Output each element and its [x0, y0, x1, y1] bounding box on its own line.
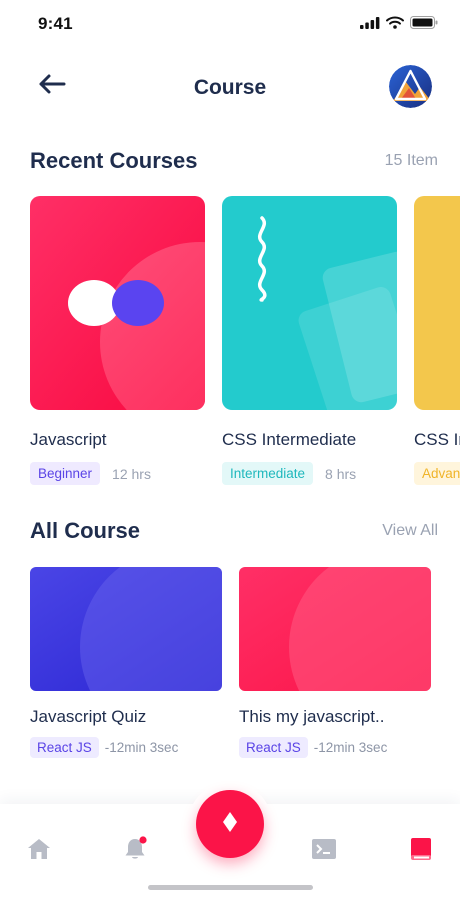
- level-badge: Advanced: [414, 462, 460, 485]
- nav-terminal[interactable]: [307, 834, 341, 868]
- status-bar: 9:41: [0, 0, 460, 50]
- recent-courses-title: Recent Courses: [30, 148, 198, 173]
- course-meta: Advanced: [414, 462, 460, 485]
- all-course-title: All Course: [30, 518, 141, 543]
- course-name: CSS Intermediate: [414, 430, 460, 449]
- course-name: Javascript: [30, 430, 107, 449]
- bell-icon: [122, 835, 148, 867]
- signal-icon: [360, 16, 380, 34]
- course-thumbnail: [239, 567, 431, 691]
- course-meta: Intermediate 8 hrs: [222, 462, 397, 485]
- nav-notifications[interactable]: [118, 834, 152, 868]
- nav-library[interactable]: [404, 834, 438, 868]
- course-thumbnail: [30, 567, 222, 691]
- diamond-icon: [222, 811, 238, 838]
- nav-home[interactable]: [22, 834, 56, 868]
- course-name: This my javascript..: [239, 707, 385, 726]
- course-duration: 8 hrs: [325, 465, 357, 482]
- course-card-css-partial[interactable]: CSS Intermediate Advanced: [414, 196, 460, 485]
- course-meta: Beginner 12 hrs: [30, 462, 205, 485]
- course-meta: React JS -12min 3sec: [30, 737, 222, 758]
- recent-courses-count: 15 Item: [384, 152, 438, 169]
- course-time: -12min 3sec: [313, 740, 388, 755]
- course-card-css-intermediate[interactable]: CSS Intermediate Intermediate 8 hrs: [222, 196, 397, 485]
- course-card-this-my-javascript[interactable]: This my javascript.. React JS -12min 3se…: [239, 567, 431, 758]
- home-indicator: [148, 885, 313, 890]
- all-course-header: All Course View All: [30, 516, 438, 546]
- terminal-icon: [311, 838, 337, 865]
- level-badge: Beginner: [30, 462, 101, 485]
- course-thumbnail: [222, 196, 397, 410]
- course-card-javascript-quiz[interactable]: Javascript Quiz React JS -12min 3sec: [30, 567, 222, 758]
- home-icon: [26, 837, 52, 866]
- course-duration: 12 hrs: [112, 465, 151, 482]
- status-icons: [360, 16, 438, 34]
- course-meta: React JS -12min 3sec: [239, 737, 431, 758]
- wifi-icon: [386, 16, 404, 34]
- course-name: Javascript Quiz: [30, 707, 147, 726]
- book-icon: [410, 837, 432, 866]
- recent-courses-header: Recent Courses 15 Item: [30, 146, 438, 176]
- status-time: 9:41: [38, 14, 73, 33]
- course-time: -12min 3sec: [104, 740, 179, 755]
- header: Course: [0, 60, 460, 116]
- course-name: CSS Intermediate: [222, 430, 357, 449]
- bottom-nav: [0, 782, 460, 900]
- course-thumbnail: [30, 196, 205, 410]
- course-card-javascript[interactable]: Javascript Beginner 12 hrs: [30, 196, 205, 485]
- level-badge: Intermediate: [222, 462, 314, 485]
- all-course-grid: Javascript Quiz React JS -12min 3sec Thi…: [30, 567, 440, 767]
- recent-courses-carousel[interactable]: Javascript Beginner 12 hrs CSS Intermedi…: [30, 196, 460, 486]
- view-all-link[interactable]: View All: [382, 522, 438, 540]
- battery-icon: [410, 16, 438, 34]
- course-tag: React JS: [30, 737, 99, 758]
- course-thumbnail: [414, 196, 460, 410]
- avatar[interactable]: [389, 65, 432, 108]
- center-action-button[interactable]: [196, 790, 264, 858]
- course-tag: React JS: [239, 737, 308, 758]
